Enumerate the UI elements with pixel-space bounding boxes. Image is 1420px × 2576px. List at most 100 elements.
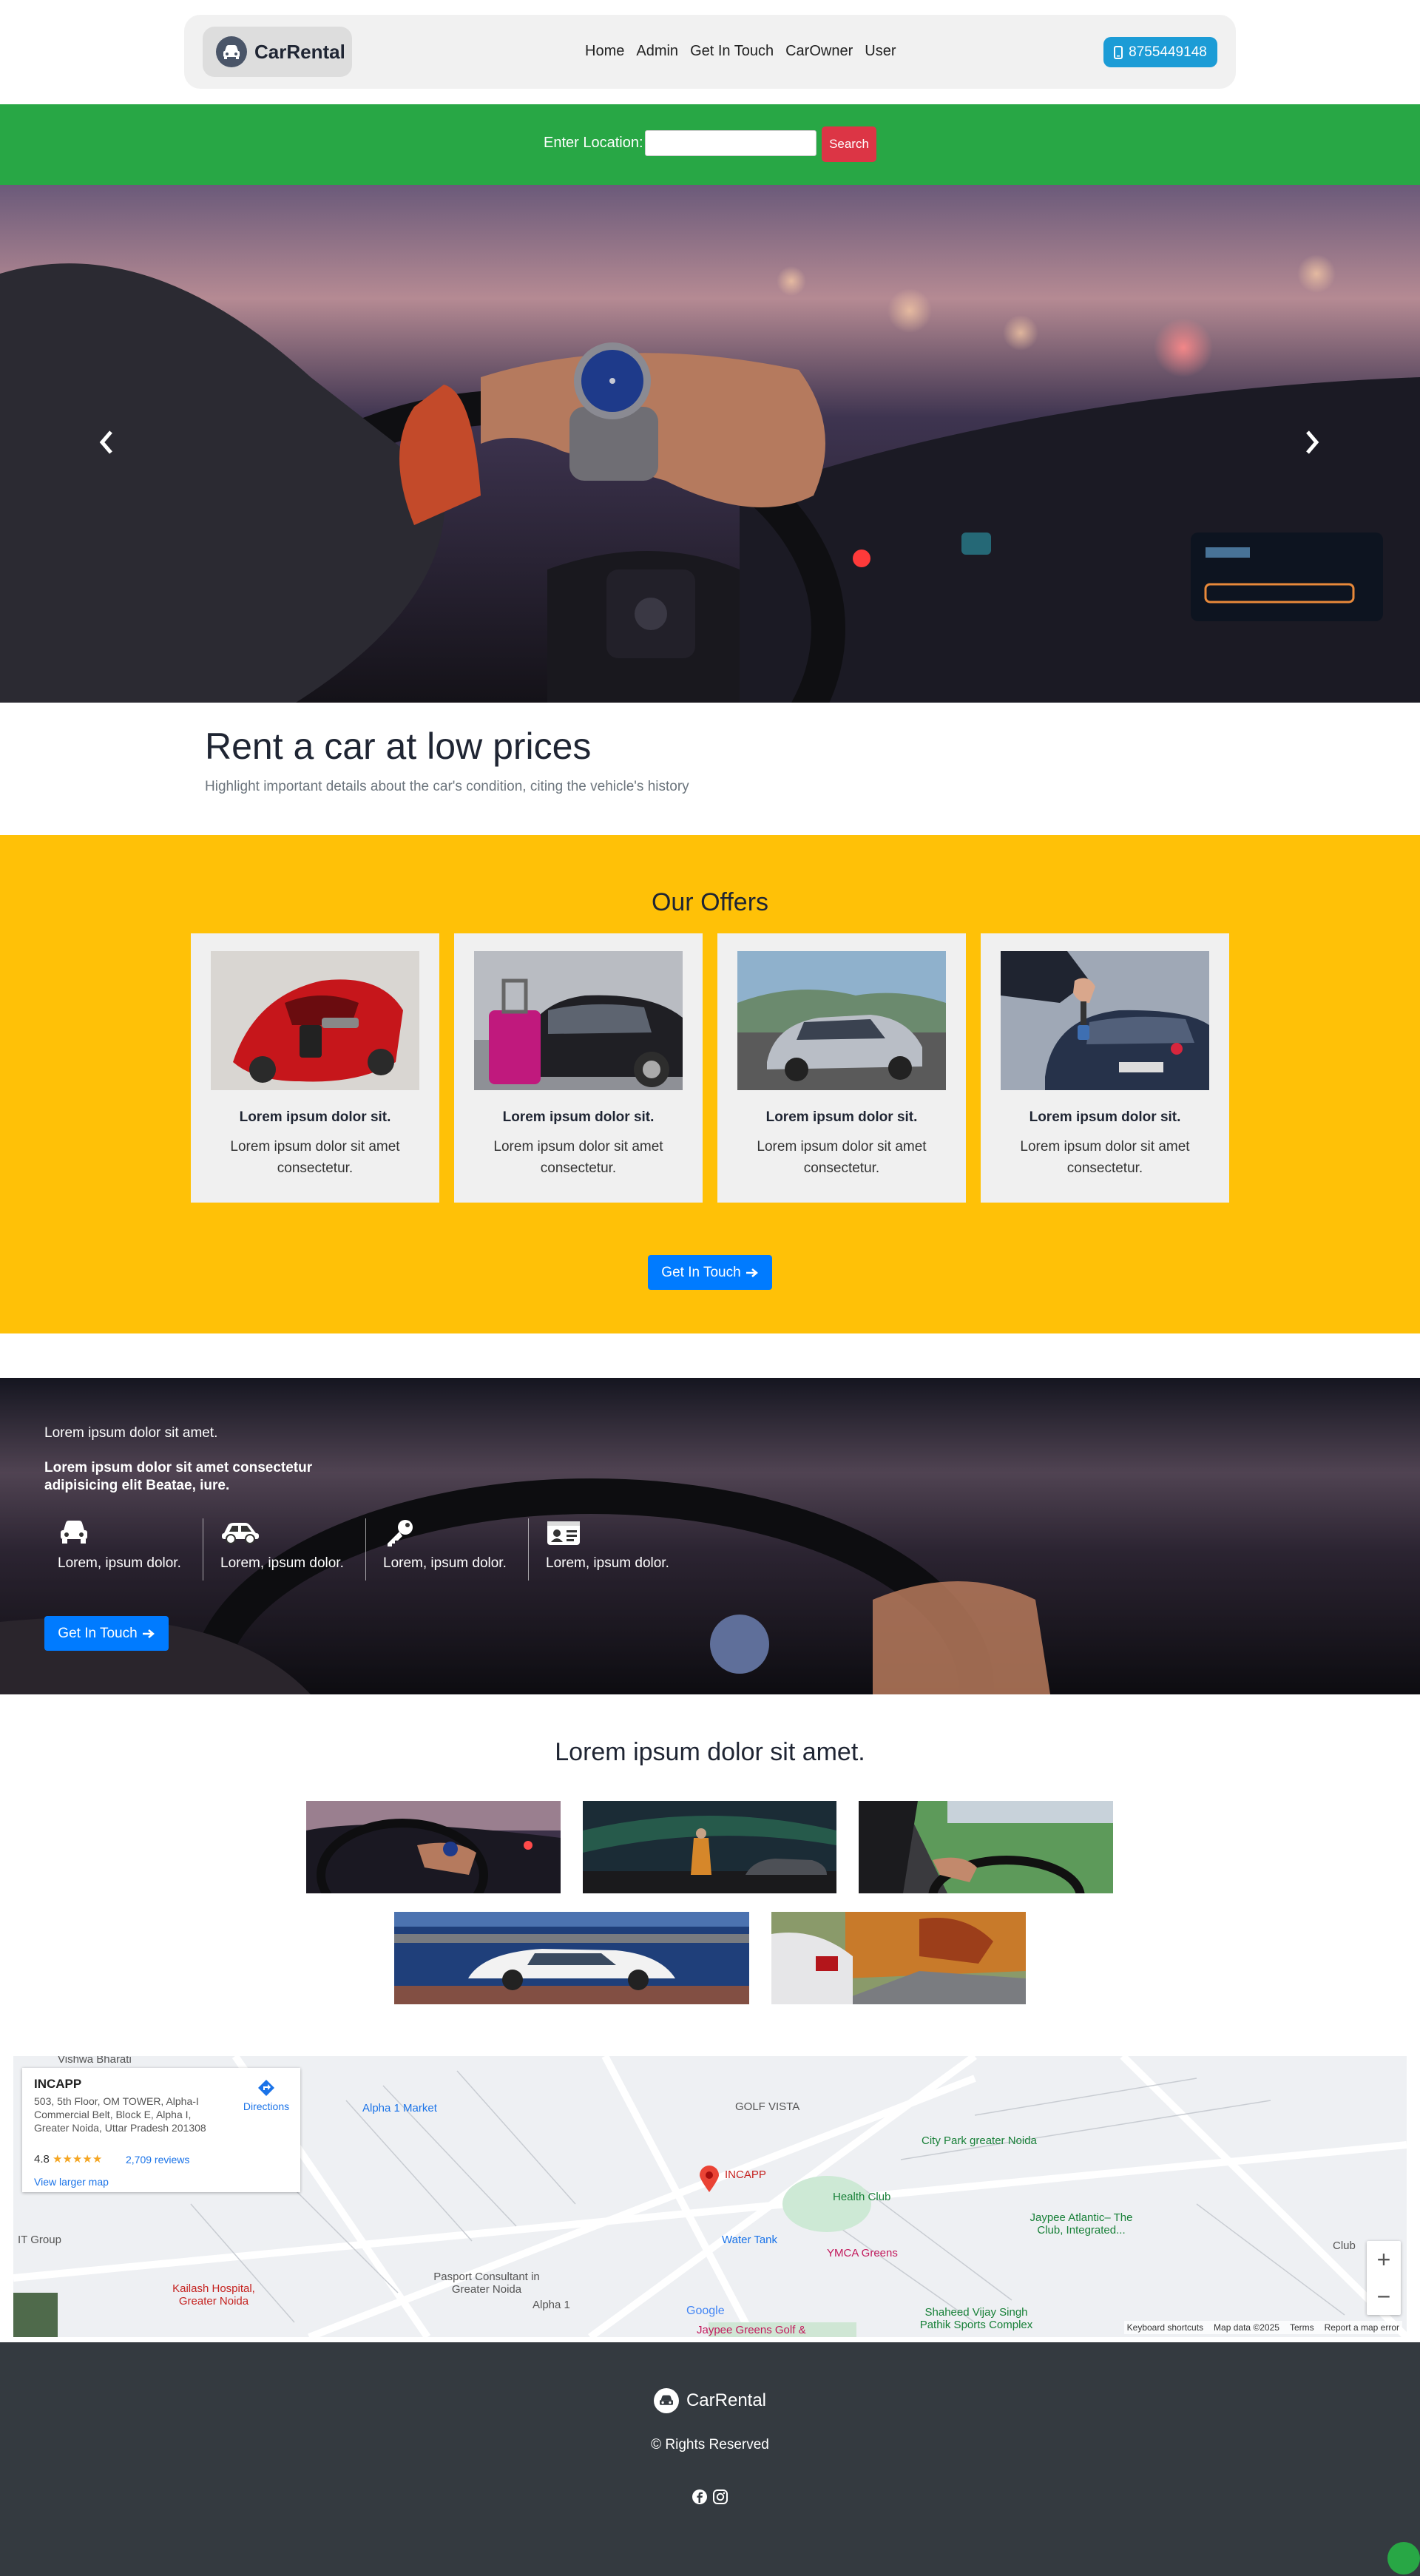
gallery-image-autumn-road[interactable] (771, 1912, 1026, 2004)
location-pin-icon (700, 2166, 719, 2196)
car-icon (216, 36, 247, 67)
feature-item: Lorem, ipsum dolor. (207, 1518, 370, 1581)
map-label: Health Club (833, 2191, 891, 2203)
car-icon (653, 2388, 679, 2413)
zoom-out-button[interactable]: − (1367, 2278, 1401, 2315)
location-input[interactable] (645, 130, 816, 156)
offers-get-in-touch-button[interactable]: Get In Touch (648, 1255, 772, 1290)
offer-title: Lorem ipsum dolor sit. (502, 1109, 655, 1125)
map-rating: 4.8 ★★★★★ (34, 2152, 102, 2166)
hero-image (0, 185, 1420, 703)
map-label: Jaypee Greens Golf & (697, 2324, 806, 2336)
view-larger-map-link[interactable]: View larger map (34, 2176, 109, 2188)
nav-menu: Home Admin Get In Touch CarOwner User (585, 43, 896, 60)
map-terms-link[interactable]: Terms (1290, 2322, 1314, 2333)
location-search-bar: Enter Location: Search (0, 104, 1420, 185)
location-map[interactable]: INCAPP 503, 5th Floor, OM TOWER, Alpha-I… (13, 2056, 1407, 2337)
directions-label: Directions (243, 2100, 290, 2112)
feature-item: Lorem, ipsum dolor. (370, 1518, 532, 1581)
hero-carousel (0, 185, 1420, 703)
map-label: Shaheed Vijay Singh Pathik Sports Comple… (919, 2306, 1033, 2331)
id-card-icon (546, 1518, 581, 1550)
feature-text: Lorem, ipsum dolor. (383, 1555, 507, 1571)
features-banner: Lorem ipsum dolor sit amet. Lorem ipsum … (0, 1378, 1420, 1694)
nav-link-home[interactable]: Home (585, 43, 624, 60)
map-attribution: Keyboard shortcuts Map data ©2025 Terms … (1123, 2321, 1402, 2334)
nav-link-admin[interactable]: Admin (636, 43, 678, 60)
nav-link-get-in-touch[interactable]: Get In Touch (690, 43, 774, 60)
map-label: INCAPP (725, 2168, 766, 2181)
instagram-icon[interactable] (712, 2489, 728, 2509)
offer-text: Lorem ipsum dolor sit amet consectetur. (1020, 1139, 1190, 1176)
footer-brand[interactable]: CarRental (0, 2388, 1420, 2413)
chat-widget-button[interactable] (1387, 2542, 1420, 2575)
map-label: Club (1333, 2239, 1356, 2252)
feature-divider (528, 1518, 529, 1581)
feature-text: Lorem, ipsum dolor. (58, 1555, 181, 1571)
gallery-title: Lorem ipsum dolor sit amet. (555, 1738, 865, 1766)
chevron-left-icon (99, 430, 112, 454)
gallery-image-driving[interactable] (306, 1801, 561, 1893)
map-label: YMCA Greens (827, 2247, 898, 2259)
map-keyboard-shortcuts[interactable]: Keyboard shortcuts (1127, 2322, 1203, 2333)
offer-card[interactable]: Lorem ipsum dolor sit. Lorem ipsum dolor… (981, 933, 1229, 1203)
banner-line-2: Lorem ipsum dolor sit amet consectetur a… (44, 1460, 313, 1493)
directions-button[interactable]: Directions (237, 2078, 296, 2112)
social-links (0, 2489, 1420, 2509)
map-label: Vishwa Bharati (58, 2056, 132, 2066)
map-label: IT Group (18, 2234, 61, 2246)
offer-card[interactable]: Lorem ipsum dolor sit. Lorem ipsum dolor… (191, 933, 439, 1203)
page-subtitle: Highlight important details about the ca… (205, 779, 689, 794)
map-label: Alpha 1 Market (362, 2102, 437, 2114)
map-label: GOLF VISTA (735, 2100, 800, 2113)
feature-item: Lorem, ipsum dolor. (532, 1518, 695, 1581)
search-button[interactable]: Search (822, 126, 876, 162)
button-label: Get In Touch (661, 1264, 741, 1280)
offer-card[interactable]: Lorem ipsum dolor sit. Lorem ipsum dolor… (454, 933, 703, 1203)
map-report-error-link[interactable]: Report a map error (1325, 2322, 1399, 2333)
map-zoom-control: + − (1367, 2241, 1401, 2315)
site-footer: CarRental © Rights Reserved (0, 2342, 1420, 2576)
nav-link-user[interactable]: User (865, 43, 896, 60)
offer-card[interactable]: Lorem ipsum dolor sit. Lorem ipsum dolor… (717, 933, 966, 1203)
map-place-card: INCAPP 503, 5th Floor, OM TOWER, Alpha-I… (22, 2068, 300, 2192)
map-rating-value: 4.8 (34, 2153, 50, 2166)
offer-text: Lorem ipsum dolor sit amet consectetur. (230, 1139, 400, 1176)
facebook-icon[interactable] (692, 2489, 708, 2509)
top-header: CarRental Home Admin Get In Touch CarOwn… (0, 0, 1420, 104)
map-place-name: INCAPP (34, 2077, 82, 2091)
feature-item: Lorem, ipsum dolor. (44, 1518, 207, 1581)
offer-image-red-car-keys (211, 951, 419, 1090)
map-label: Pasport Consultant in Greater Noida (433, 2271, 540, 2296)
brand-logo[interactable]: CarRental (203, 27, 352, 77)
feature-text: Lorem, ipsum dolor. (546, 1555, 669, 1571)
gallery-image-road-view[interactable] (859, 1801, 1113, 1893)
navbar: CarRental Home Admin Get In Touch CarOwn… (184, 15, 1236, 89)
map-reviews-link[interactable]: 2,709 reviews (126, 2154, 189, 2166)
map-data-credit: Map data ©2025 (1214, 2322, 1279, 2333)
map-label: Water Tank (722, 2234, 778, 2246)
map-label: Jaypee Atlantic– The Club, Integrated... (1030, 2211, 1133, 2237)
directions-icon (257, 2078, 276, 2097)
page-title: Rent a car at low prices (205, 726, 592, 767)
offer-title: Lorem ipsum dolor sit. (239, 1109, 391, 1125)
offer-text: Lorem ipsum dolor sit amet consectetur. (493, 1139, 663, 1176)
carousel-next-button[interactable] (1303, 429, 1321, 463)
key-icon (383, 1518, 416, 1552)
chevron-right-icon (1306, 430, 1319, 454)
carousel-prev-button[interactable] (98, 429, 115, 463)
map-label: City Park greater Noida (922, 2134, 1037, 2147)
gallery-image-white-car-motion[interactable] (394, 1912, 749, 2004)
banner-get-in-touch-button[interactable]: Get In Touch (44, 1616, 169, 1651)
nav-link-car-owner[interactable]: CarOwner (785, 43, 853, 60)
offer-image-key-handover (1001, 951, 1209, 1090)
offer-image-silver-sedan (737, 951, 946, 1090)
gallery-image-aurora[interactable] (583, 1801, 836, 1893)
zoom-in-button[interactable]: + (1367, 2241, 1401, 2278)
brand-name: CarRental (254, 40, 345, 63)
offer-title: Lorem ipsum dolor sit. (765, 1109, 918, 1125)
arrow-right-icon (142, 1629, 155, 1638)
phone-button[interactable]: 8755449148 (1103, 37, 1217, 67)
feature-text: Lorem, ipsum dolor. (220, 1555, 344, 1571)
phone-icon (1114, 45, 1123, 59)
